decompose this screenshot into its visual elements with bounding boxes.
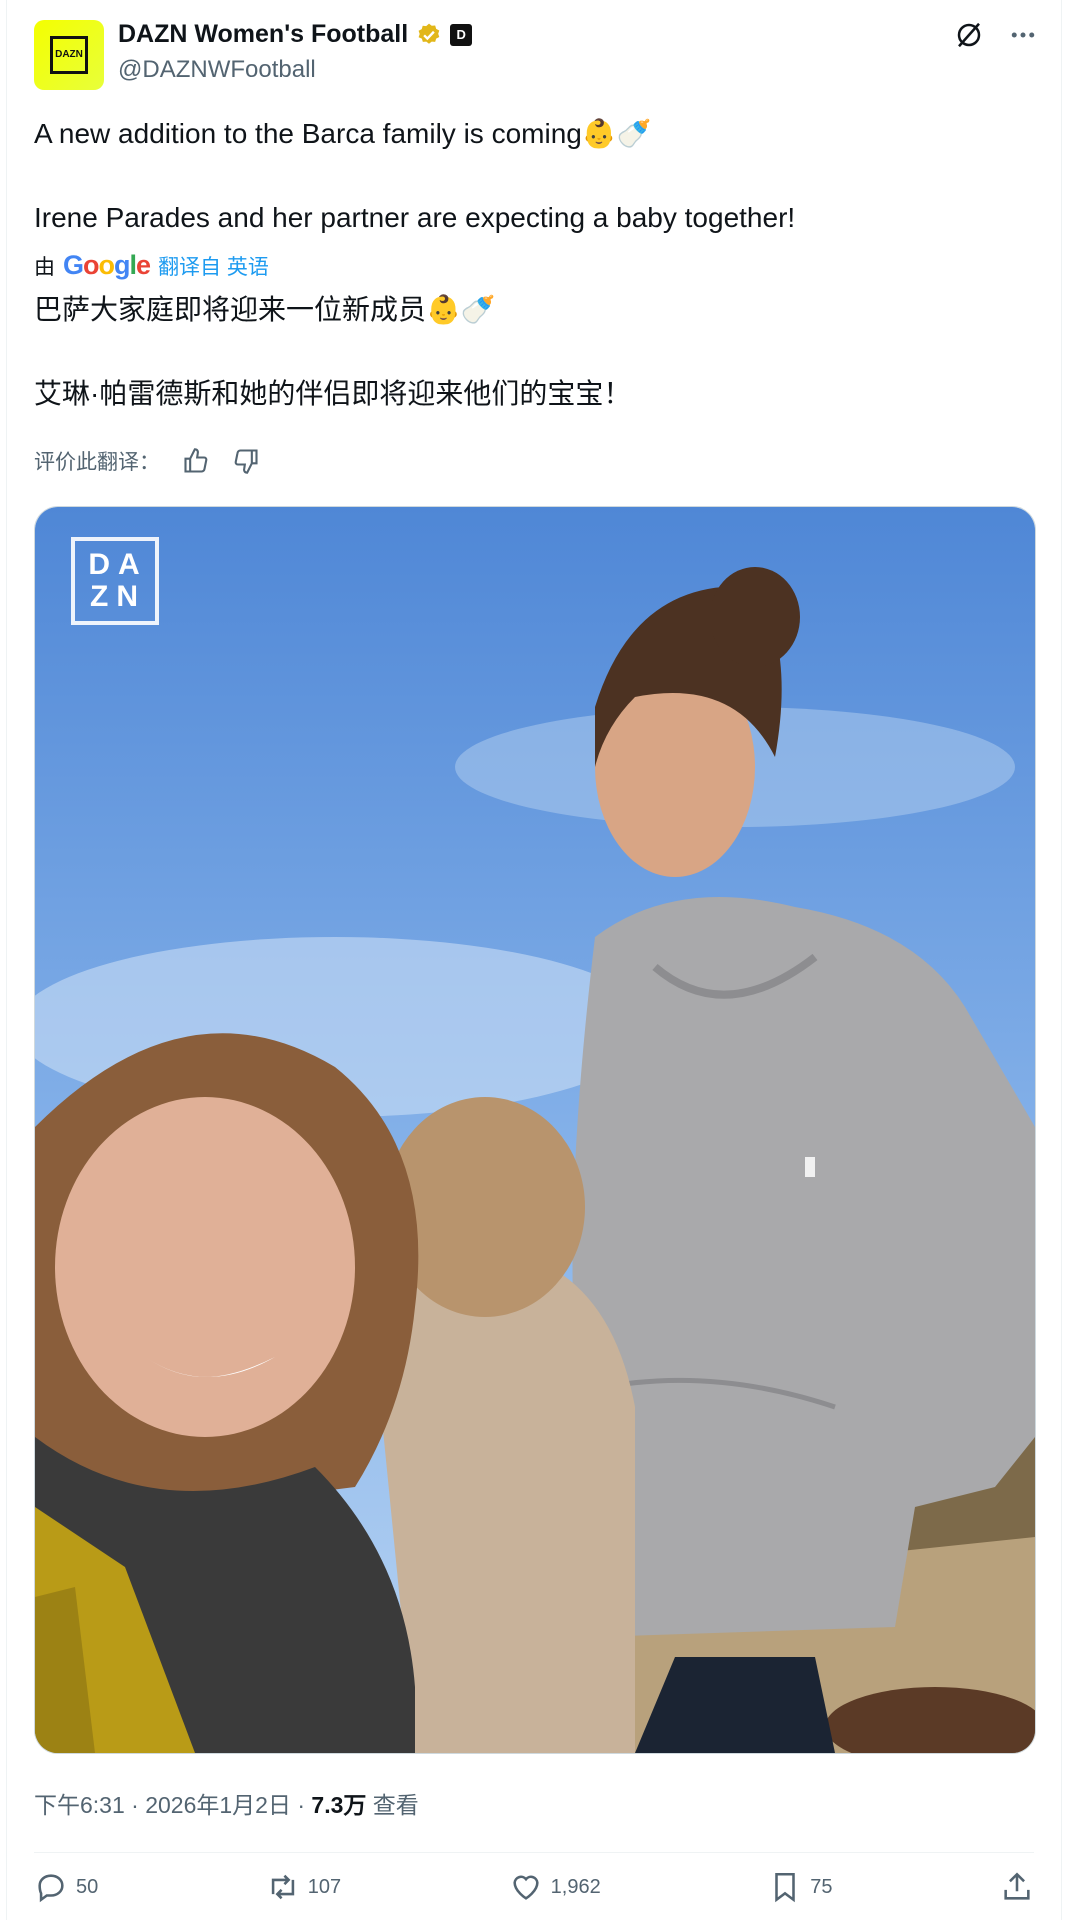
display-name[interactable]: DAZN Women's Football xyxy=(118,20,408,49)
like-button[interactable]: 1,962 xyxy=(509,1870,601,1904)
bookmark-count: 75 xyxy=(810,1875,833,1898)
share-button[interactable] xyxy=(1000,1870,1034,1904)
repost-count: 107 xyxy=(307,1875,342,1898)
heart-icon xyxy=(513,1875,539,1900)
top-icons xyxy=(952,18,1040,52)
tweet-meta: 下午6:31 · 2026年1月2日 · 7.3万 查看 xyxy=(34,1786,419,1820)
tweet-text: A new addition to the Barca family is co… xyxy=(34,116,1034,236)
views-label: 查看 xyxy=(366,1792,419,1818)
translated-from-link[interactable]: 翻译自 英语 xyxy=(158,251,269,281)
affiliate-badge[interactable]: D xyxy=(450,23,473,46)
bookmark-icon xyxy=(775,1872,796,1903)
watermark-bottom: ZN xyxy=(90,580,146,613)
translated-line-2: 艾琳·帕雷德斯和她的伴侣即将迎来他们的宝宝！ xyxy=(34,378,632,409)
tweet-line-1: A new addition to the Barca family is co… xyxy=(34,118,652,149)
views-count: 7.3万 xyxy=(311,1792,367,1818)
thumbs-down-icon[interactable] xyxy=(232,447,260,475)
handle[interactable]: @DAZNWFootball xyxy=(118,56,316,84)
rate-translation-label: 评价此翻译： xyxy=(34,451,160,474)
divider xyxy=(34,1852,1034,1853)
reply-button[interactable]: 50 xyxy=(34,1870,98,1904)
google-logo: Google xyxy=(63,250,151,280)
like-count: 1,962 xyxy=(550,1875,601,1898)
dazn-logo: DAZN xyxy=(50,36,88,74)
bookmark-button[interactable]: 75 xyxy=(768,1870,832,1904)
translated-text: 巴萨大家庭即将迎来一位新成员👶🍼 艾琳·帕雷德斯和她的伴侣即将迎来他们的宝宝！ xyxy=(34,292,1034,412)
watermark-top: DA xyxy=(88,548,148,581)
translated-by-label: 由 xyxy=(34,255,55,279)
translated-line-1: 巴萨大家庭即将迎来一位新成员👶🍼 xyxy=(34,294,496,325)
rate-translation: 评价此翻译： xyxy=(34,446,260,476)
dazn-watermark: DA ZN xyxy=(71,537,159,625)
reply-icon xyxy=(38,1874,64,1903)
share-icon xyxy=(1004,1872,1030,1900)
action-bar: 50 107 1,962 75 xyxy=(34,1870,1034,1904)
name-row: DAZN Women's Football D xyxy=(118,20,473,49)
timestamp[interactable]: 下午6:31 · 2026年1月2日 · xyxy=(34,1792,311,1818)
tweet-photo[interactable]: DA ZN xyxy=(34,506,1036,1754)
grok-icon[interactable] xyxy=(952,18,986,52)
verified-badge-icon[interactable] xyxy=(416,22,442,48)
avatar-text: DAZN xyxy=(55,49,83,60)
translation-attribution: 由 Google 翻译自 英语 xyxy=(34,250,269,281)
tweet-line-2: Irene Parades and her partner are expect… xyxy=(34,202,796,233)
avatar[interactable]: DAZN xyxy=(34,20,104,90)
thumbs-up-icon[interactable] xyxy=(182,447,210,475)
more-options-icon[interactable] xyxy=(1006,18,1040,52)
reply-count: 50 xyxy=(76,1875,99,1898)
photo-illustration xyxy=(35,507,1035,1753)
repost-icon xyxy=(271,1874,294,1900)
repost-button[interactable]: 107 xyxy=(266,1870,341,1904)
